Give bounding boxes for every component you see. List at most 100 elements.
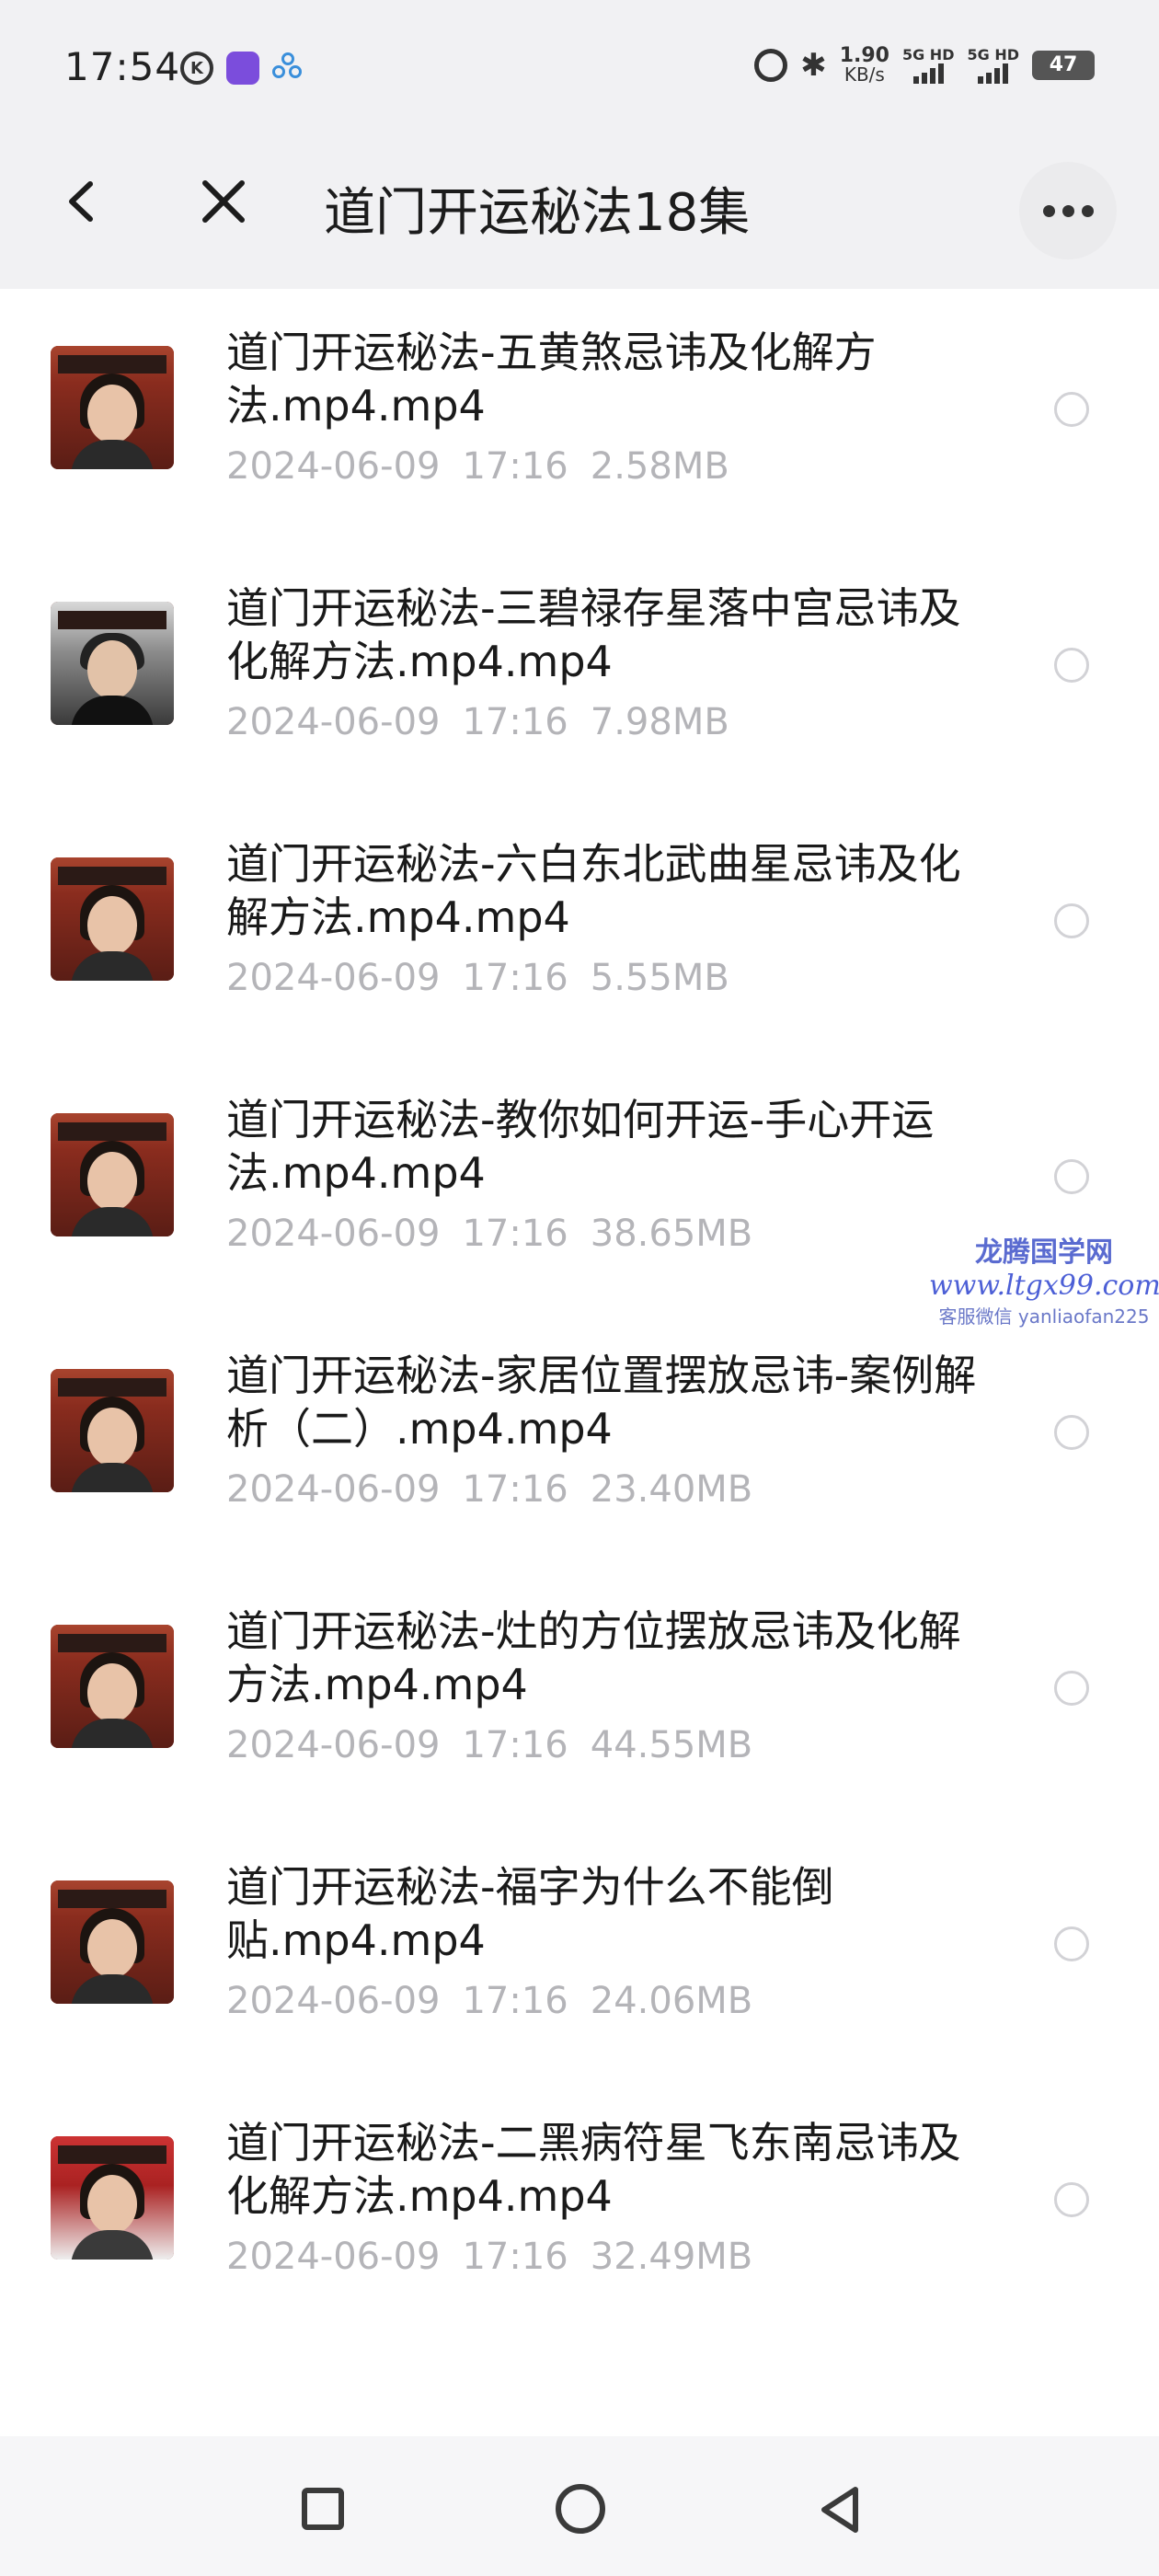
file-name: 道门开运秘法-福字为什么不能倒贴.mp4.mp4 (226, 1862, 834, 1965)
video-thumbnail (51, 346, 174, 469)
video-thumbnail (51, 602, 174, 725)
file-date: 2024-06-09 (226, 1468, 441, 1511)
file-time: 17:16 (462, 1724, 568, 1766)
back-button[interactable] (52, 169, 116, 234)
file-date: 2024-06-09 (226, 957, 441, 999)
signal-2-label: 5G HD (967, 46, 1019, 63)
more-dot-icon (1042, 204, 1055, 217)
nav-back-button[interactable] (813, 2482, 868, 2537)
page-title: 道门开运秘法18集 (324, 183, 751, 243)
file-time: 17:16 (462, 1468, 568, 1511)
app-icon (226, 52, 259, 85)
flower-icon (272, 52, 304, 84)
app-header: 道门开运秘法18集 (0, 116, 1159, 289)
status-time: 17:54 (64, 44, 181, 89)
file-time: 17:16 (462, 957, 568, 999)
file-meta: 2024-06-09 17:16 7.98MB (226, 701, 729, 743)
notification-icons: K (180, 52, 304, 85)
file-size: 38.65MB (590, 1213, 753, 1255)
file-name: 道门开运秘法-教你如何开运-手心开运法.mp4.mp4 (226, 1095, 935, 1198)
file-size: 5.55MB (590, 957, 729, 999)
file-item[interactable]: 道门开运秘法-五黄煞忌讳及化解方法.mp4.mp4 2024-06-09 17:… (0, 289, 1159, 545)
watermark: 龙腾国学网 www.ltgx99.com 客服微信 yanliaofan225 (929, 1229, 1159, 1328)
file-time: 17:16 (462, 2236, 568, 2278)
file-name: 道门开运秘法-二黑病符星飞东南忌讳及化解方法.mp4.mp4 (226, 2118, 961, 2221)
system-nav-bar (0, 2436, 1159, 2576)
select-radio[interactable] (1054, 1671, 1089, 1706)
select-radio[interactable] (1054, 1926, 1089, 1961)
network-speed: 1.90 KB/s (839, 43, 889, 86)
file-name: 道门开运秘法-三碧禄存星落中宫忌讳及化解方法.mp4.mp4 (226, 583, 961, 686)
file-time: 17:16 (462, 701, 568, 743)
file-name: 道门开运秘法-灶的方位摆放忌讳及化解方法.mp4.mp4 (226, 1606, 961, 1709)
network-speed-value: 1.90 (839, 43, 889, 67)
select-radio[interactable] (1054, 2182, 1089, 2217)
file-date: 2024-06-09 (226, 1980, 441, 2022)
file-meta: 2024-06-09 17:16 2.58MB (226, 445, 729, 488)
signal-icon: 5G HD (967, 46, 1019, 84)
file-meta: 2024-06-09 17:16 44.55MB (226, 1724, 752, 1766)
watermark-title: 龙腾国学网 (975, 1236, 1113, 1269)
file-size: 24.06MB (590, 1980, 753, 2022)
file-name: 道门开运秘法-五黄煞忌讳及化解方法.mp4.mp4 (226, 328, 877, 431)
file-name: 道门开运秘法-六白东北武曲星忌讳及化解方法.mp4.mp4 (226, 839, 961, 942)
file-date: 2024-06-09 (226, 701, 441, 743)
file-item[interactable]: 道门开运秘法-灶的方位摆放忌讳及化解方法.mp4.mp4 2024-06-09 … (0, 1568, 1159, 1823)
file-meta: 2024-06-09 17:16 5.55MB (226, 957, 729, 999)
k-circle-icon: K (180, 52, 213, 85)
more-dot-icon (1061, 204, 1074, 217)
alarm-icon (754, 48, 788, 82)
file-date: 2024-06-09 (226, 1213, 441, 1255)
bluetooth-icon: ✱ (800, 46, 827, 84)
video-thumbnail (51, 2136, 174, 2260)
network-speed-unit: KB/s (843, 63, 885, 86)
file-meta: 2024-06-09 17:16 24.06MB (226, 1980, 752, 2022)
file-item[interactable]: 道门开运秘法-三碧禄存星落中宫忌讳及化解方法.mp4.mp4 2024-06-0… (0, 545, 1159, 800)
signal-1-label: 5G HD (901, 46, 955, 63)
select-radio[interactable] (1054, 392, 1089, 427)
file-date: 2024-06-09 (226, 1724, 441, 1766)
status-bar: 17:54 K ✱ 1.90 KB/s 5G HD 5G HD 47 (0, 0, 1159, 116)
signal-icon: 5G HD (901, 46, 955, 84)
home-button[interactable] (556, 2484, 605, 2534)
file-time: 17:16 (462, 1980, 568, 2022)
file-meta: 2024-06-09 17:16 23.40MB (226, 1468, 752, 1511)
video-thumbnail (51, 857, 174, 981)
recent-apps-button[interactable] (302, 2488, 344, 2530)
file-size: 44.55MB (590, 1724, 753, 1766)
close-icon (202, 180, 245, 223)
file-date: 2024-06-09 (226, 2236, 441, 2278)
file-size: 7.98MB (590, 701, 729, 743)
file-size: 32.49MB (590, 2236, 753, 2278)
close-button[interactable] (191, 169, 256, 234)
more-dot-icon (1081, 204, 1094, 217)
select-radio[interactable] (1054, 903, 1089, 938)
file-item[interactable]: 道门开运秘法-家居位置摆放忌讳-案例解析（二）.mp4.mp4 2024-06-… (0, 1312, 1159, 1568)
triangle-back-icon (821, 2487, 858, 2533)
file-size: 23.40MB (590, 1468, 753, 1511)
watermark-contact: 客服微信 yanliaofan225 (938, 1305, 1150, 1328)
file-time: 17:16 (462, 1213, 568, 1255)
file-list-screen: 17:54 K ✱ 1.90 KB/s 5G HD 5G HD 47 道门开运秘… (0, 0, 1159, 2576)
file-time: 17:16 (462, 445, 568, 488)
video-thumbnail (51, 1369, 174, 1492)
select-radio[interactable] (1054, 1415, 1089, 1450)
video-thumbnail (51, 1625, 174, 1748)
file-item[interactable]: 道门开运秘法-六白东北武曲星忌讳及化解方法.mp4.mp4 2024-06-09… (0, 800, 1159, 1056)
video-thumbnail (51, 1113, 174, 1236)
file-meta: 2024-06-09 17:16 32.49MB (226, 2236, 752, 2278)
more-options-button[interactable] (1019, 162, 1117, 259)
chevron-left-icon (69, 181, 93, 222)
file-size: 2.58MB (590, 445, 729, 488)
file-item[interactable]: 道门开运秘法-福字为什么不能倒贴.mp4.mp4 2024-06-09 17:1… (0, 1823, 1159, 2079)
battery-icon: 47 (1032, 50, 1095, 80)
system-icons: ✱ 1.90 KB/s 5G HD 5G HD 47 (754, 43, 1095, 86)
video-thumbnail (51, 1880, 174, 2004)
file-name: 道门开运秘法-家居位置摆放忌讳-案例解析（二）.mp4.mp4 (226, 1351, 977, 1454)
watermark-url: www.ltgx99.com (929, 1270, 1159, 1302)
file-meta: 2024-06-09 17:16 38.65MB (226, 1213, 752, 1255)
select-radio[interactable] (1054, 648, 1089, 683)
file-item[interactable]: 道门开运秘法-二黑病符星飞东南忌讳及化解方法.mp4.mp4 2024-06-0… (0, 2079, 1159, 2335)
select-radio[interactable] (1054, 1159, 1089, 1194)
file-date: 2024-06-09 (226, 445, 441, 488)
